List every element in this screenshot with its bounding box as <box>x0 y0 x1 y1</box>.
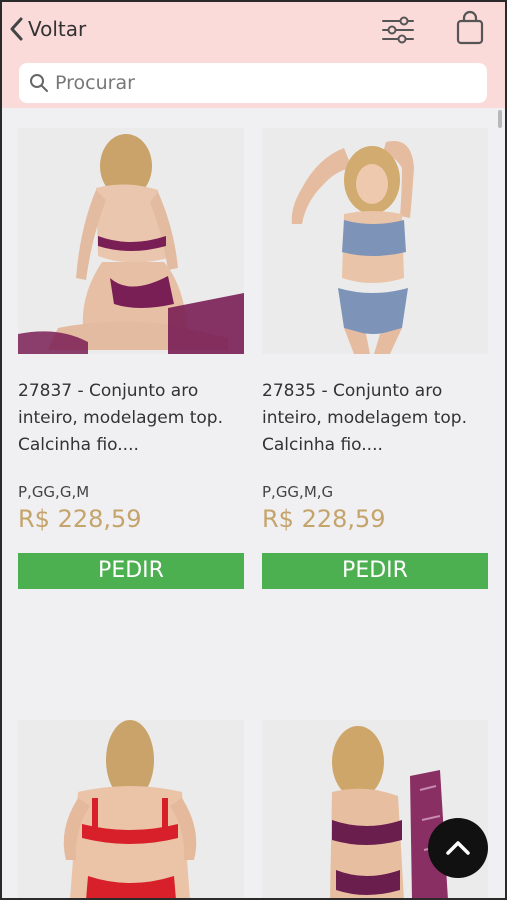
chevron-left-icon <box>10 17 23 41</box>
order-button[interactable]: PEDIR <box>18 553 244 589</box>
app-header: Voltar <box>0 0 507 108</box>
product-image[interactable] <box>18 128 244 354</box>
scrollbar-thumb[interactable] <box>498 110 502 128</box>
product-title[interactable]: 27835 - Conjunto aro inteiro, modelagem … <box>262 378 488 459</box>
back-label: Voltar <box>28 17 87 41</box>
product-price: R$ 228,59 <box>18 505 142 533</box>
product-price: R$ 228,59 <box>262 505 386 533</box>
product-title[interactable]: 27837 - Conjunto aro inteiro, modelagem … <box>18 378 244 459</box>
chevron-up-icon <box>446 841 470 855</box>
product-card: 27835 - Conjunto aro inteiro, modelagem … <box>262 128 488 589</box>
cart-button[interactable] <box>452 10 488 46</box>
product-photo-front-pose <box>262 128 488 354</box>
product-card: 27837 - Conjunto aro inteiro, modelagem … <box>18 128 244 589</box>
filter-button[interactable] <box>380 14 416 46</box>
sliders-icon <box>382 16 414 44</box>
scroll-to-top-button[interactable] <box>428 818 488 878</box>
back-button[interactable]: Voltar <box>8 12 86 46</box>
product-photo-back-pose-red <box>18 720 244 900</box>
search-bar <box>19 63 487 103</box>
shopping-bag-icon <box>456 10 484 45</box>
order-button[interactable]: PEDIR <box>262 553 488 589</box>
product-photo-back-pose <box>18 128 244 354</box>
product-image[interactable] <box>262 128 488 354</box>
product-sizes: P,GG,G,M <box>18 483 90 501</box>
search-input[interactable] <box>55 72 455 94</box>
product-image[interactable] <box>18 720 244 900</box>
search-icon <box>30 74 48 92</box>
product-sizes: P,GG,M,G <box>262 483 334 501</box>
